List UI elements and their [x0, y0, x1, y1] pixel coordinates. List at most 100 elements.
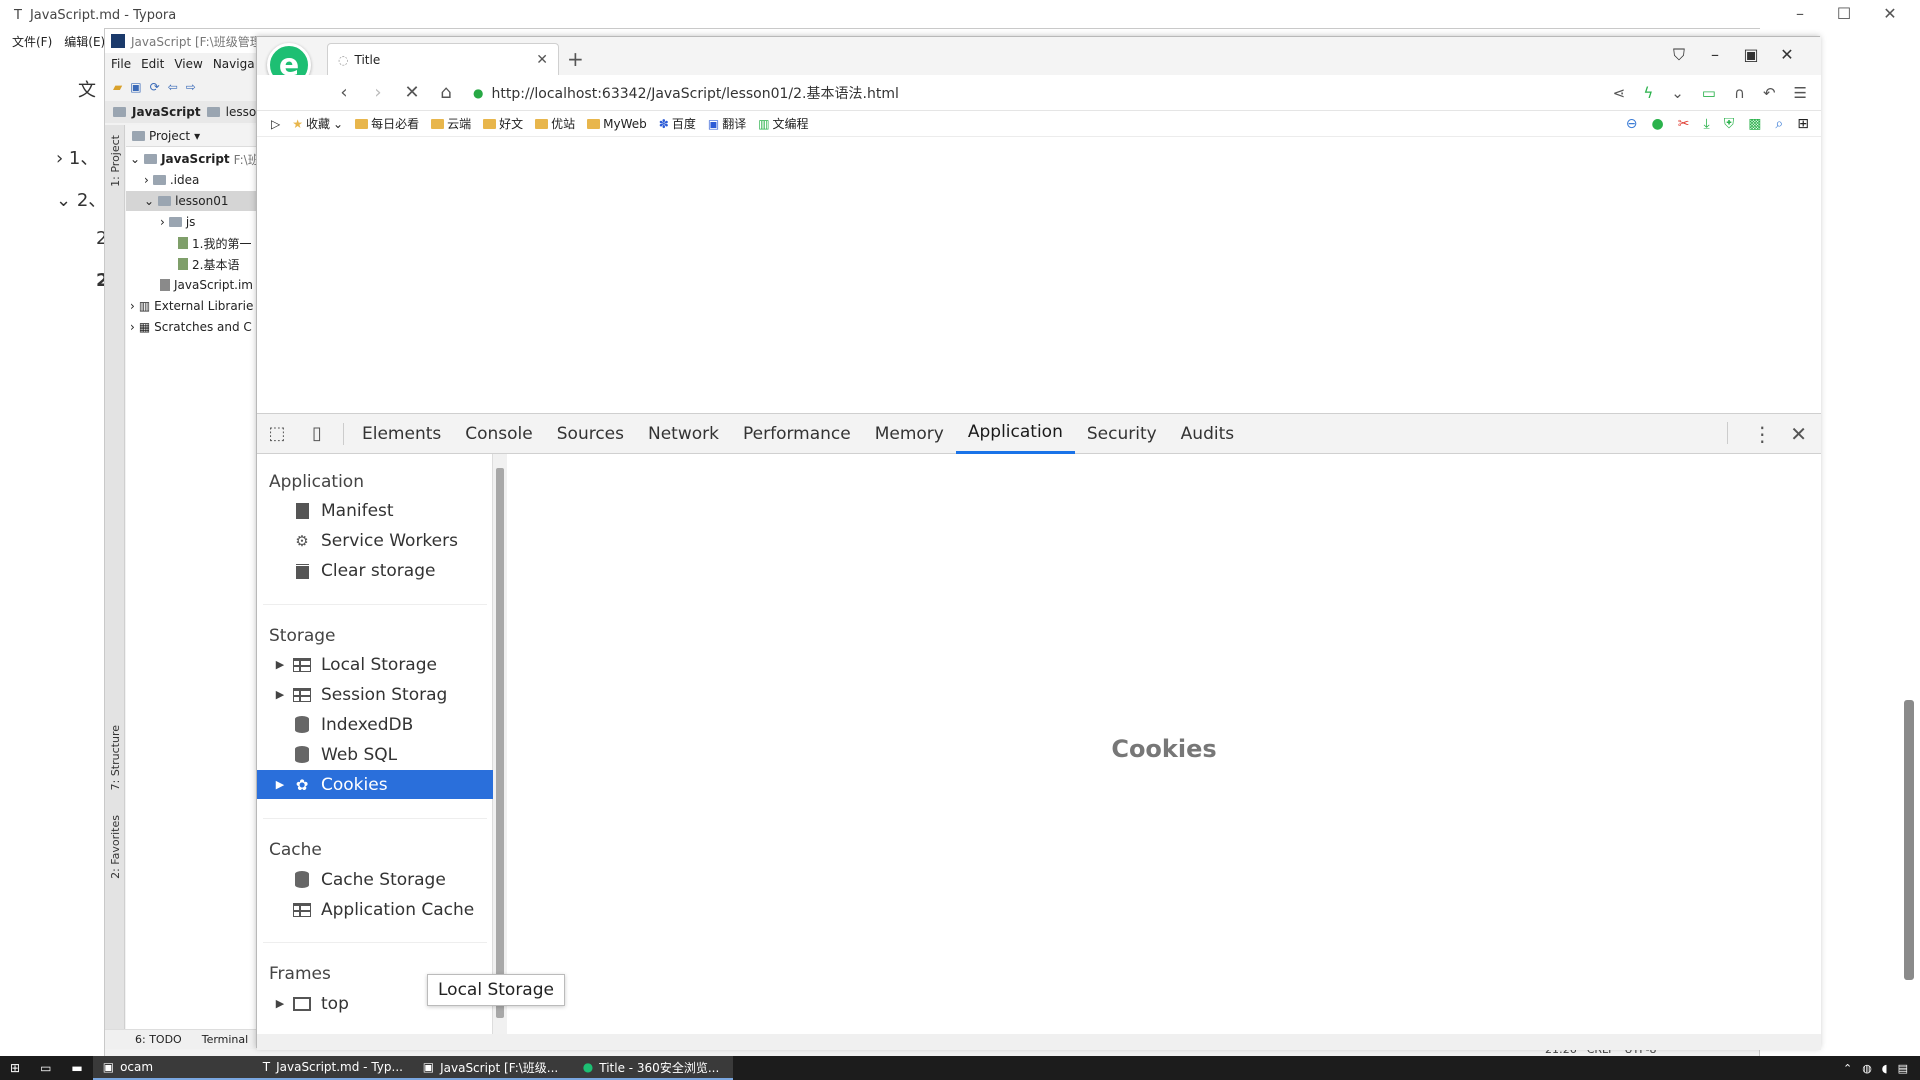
forward-arrow-icon[interactable]: ⇨ [186, 80, 196, 94]
green-circle-icon[interactable]: ● [1652, 116, 1664, 132]
minus-circle-icon[interactable]: ⊖ [1626, 116, 1638, 132]
tool-tab-project[interactable]: 1: Project [109, 135, 122, 187]
download-icon[interactable]: ⤓ [1703, 116, 1709, 132]
idea-menu-file[interactable]: File [111, 57, 131, 71]
taskbar-item-typora[interactable]: T JavaScript.md - Typ... [252, 1056, 413, 1080]
bookmark-translate[interactable]: ▣ 翻译 [708, 115, 746, 132]
tab-security[interactable]: Security [1075, 414, 1169, 454]
breadcrumb-item[interactable]: lesso [226, 105, 257, 119]
tab-network[interactable]: Network [636, 414, 731, 454]
tree-item-lesson01[interactable]: ⌄ lesson01 [126, 191, 266, 211]
tab-close-icon[interactable]: ✕ [536, 52, 548, 68]
tree-item-file-2[interactable]: 2.基本语 [126, 254, 266, 274]
game-icon[interactable]: ▩ [1748, 116, 1761, 132]
tree-item-file-1[interactable]: 1.我的第一 [126, 233, 266, 253]
tab-performance[interactable]: Performance [731, 414, 863, 454]
sidebar-item-application-cache[interactable]: Application Cache [257, 895, 493, 924]
expand-arrow-icon[interactable]: ▶ [269, 997, 291, 1010]
chevron-right-icon[interactable]: › [130, 320, 135, 334]
menu-file[interactable]: 文件(F) [12, 33, 52, 50]
tab-memory[interactable]: Memory [863, 414, 956, 454]
tab-sources[interactable]: Sources [545, 414, 636, 454]
tool-tab-structure[interactable]: 7: Structure [109, 725, 122, 790]
bookmark-folder[interactable]: 优站 [535, 115, 575, 132]
chevron-right-icon[interactable]: › [144, 173, 149, 187]
tree-item-scratches[interactable]: › ▦ Scratches and C [126, 317, 266, 337]
close-icon[interactable]: ✕ [1790, 422, 1807, 446]
sidebar-item-session-storage[interactable]: ▶ Session Storag [257, 680, 493, 709]
bookmark-folder[interactable]: 云端 [431, 115, 471, 132]
headphones-icon[interactable]: ∩ [1734, 84, 1745, 102]
chevron-right-icon[interactable]: › [160, 215, 165, 229]
expand-arrow-icon[interactable]: ▶ [269, 688, 291, 701]
sidebar-toggle-icon[interactable]: ▷ [271, 117, 280, 131]
typora-scrollbar[interactable] [1904, 700, 1914, 980]
taskbar-item-idea[interactable]: ▣ JavaScript [F:\班级... [412, 1056, 573, 1080]
minimize-icon[interactable]: – [1697, 45, 1733, 64]
chevron-up-icon[interactable]: ⌃ [1843, 1062, 1852, 1075]
sidebar-scrollbar-thumb[interactable] [496, 468, 504, 1018]
stop-icon[interactable]: ✕ [395, 82, 429, 103]
skin-icon[interactable]: ⛉ [1661, 45, 1697, 65]
notification-icon[interactable]: ▤ [1898, 1062, 1908, 1075]
battery-icon[interactable]: ▭ [1702, 84, 1716, 102]
bookmark-favorites[interactable]: ★ 收藏 ⌄ [292, 115, 343, 132]
tab-application[interactable]: Application [955, 414, 1075, 454]
undo-icon[interactable]: ↶ [1763, 84, 1776, 102]
idea-menu-navigate[interactable]: Naviga [213, 57, 255, 71]
sidebar-item-service-workers[interactable]: ⚙ Service Workers [257, 526, 493, 555]
open-folder-icon[interactable]: ▰ [113, 80, 122, 94]
sidebar-scrollbar[interactable] [493, 454, 507, 1034]
forward-icon[interactable]: › [361, 82, 395, 103]
task-view-icon[interactable]: ▭ [30, 1056, 61, 1080]
project-panel-header[interactable]: Project ▾ [126, 125, 266, 147]
chevron-down-icon[interactable]: ⌄ [1671, 84, 1684, 102]
taskbar-item-browser[interactable]: ● Title - 360安全浏览... [572, 1056, 733, 1080]
chevron-right-icon[interactable]: › [130, 299, 135, 313]
tool-tab-todo[interactable]: 6: TODO [135, 1033, 182, 1046]
menu-icon[interactable]: ☰ [1794, 84, 1807, 102]
new-tab-button[interactable]: + [567, 47, 584, 71]
outline-item-2[interactable]: ⌄ 2、 [56, 186, 106, 212]
inspect-element-icon[interactable]: ⬚ [257, 423, 297, 444]
back-arrow-icon[interactable]: ⇦ [168, 80, 178, 94]
save-icon[interactable]: ▣ [130, 80, 141, 94]
sidebar-item-cookies[interactable]: ▶ ✿ Cookies [257, 770, 493, 799]
start-button[interactable]: ⊞ [0, 1056, 30, 1080]
tool-tab-favorites[interactable]: 2: Favorites [109, 815, 122, 879]
chevron-down-icon[interactable]: ⌄ [130, 152, 140, 166]
close-icon[interactable]: ✕ [1870, 4, 1910, 23]
file-explorer-icon[interactable]: ▬ [61, 1056, 92, 1080]
expand-arrow-icon[interactable]: ▶ [269, 658, 291, 671]
tree-item-external-libraries[interactable]: › ▥ External Librarie [126, 296, 266, 316]
maximize-icon[interactable]: ☐ [1824, 4, 1864, 23]
idea-menu-view[interactable]: View [174, 57, 202, 71]
sidebar-item-indexeddb[interactable]: IndexedDB [257, 710, 493, 739]
tab-elements[interactable]: Elements [350, 414, 453, 454]
browser-tab[interactable]: ◌ Title ✕ [327, 43, 559, 75]
share-icon[interactable]: ⋖ [1613, 84, 1626, 102]
tab-audits[interactable]: Audits [1169, 414, 1246, 454]
breadcrumb-item[interactable]: JavaScript [132, 105, 201, 119]
tree-item-idea[interactable]: › .idea [126, 170, 266, 190]
bookmark-folder[interactable]: MyWeb [587, 117, 647, 131]
menu-edit[interactable]: 编辑(E) [64, 33, 105, 50]
scissors-icon[interactable]: ✂ [1678, 116, 1690, 132]
tree-item-iml[interactable]: JavaScript.im [126, 275, 266, 295]
bookmark-code[interactable]: ▥ 文编程 [758, 115, 808, 132]
bookmark-folder[interactable]: 好文 [483, 115, 523, 132]
sidebar-item-web-sql[interactable]: Web SQL [257, 740, 493, 769]
bookmark-folder[interactable]: 每日必看 [355, 115, 419, 132]
magnifier-icon[interactable]: ⌕ [1775, 116, 1783, 132]
grid-apps-icon[interactable]: ⊞ [1797, 116, 1809, 132]
url-field[interactable]: ● http://localhost:63342/JavaScript/less… [473, 83, 899, 103]
chevron-down-icon[interactable]: ▾ [194, 129, 200, 143]
tool-tab-terminal[interactable]: Terminal [202, 1033, 249, 1046]
back-icon[interactable]: ‹ [327, 82, 361, 103]
volume-icon[interactable]: ◖ [1882, 1062, 1888, 1075]
expand-arrow-icon[interactable]: ▶ [269, 778, 291, 791]
shield-check-icon[interactable]: ⛨ [1724, 116, 1735, 132]
chevron-down-icon[interactable]: ⌄ [144, 194, 154, 208]
close-icon[interactable]: ✕ [1769, 45, 1805, 64]
sync-icon[interactable]: ⟳ [150, 80, 160, 94]
